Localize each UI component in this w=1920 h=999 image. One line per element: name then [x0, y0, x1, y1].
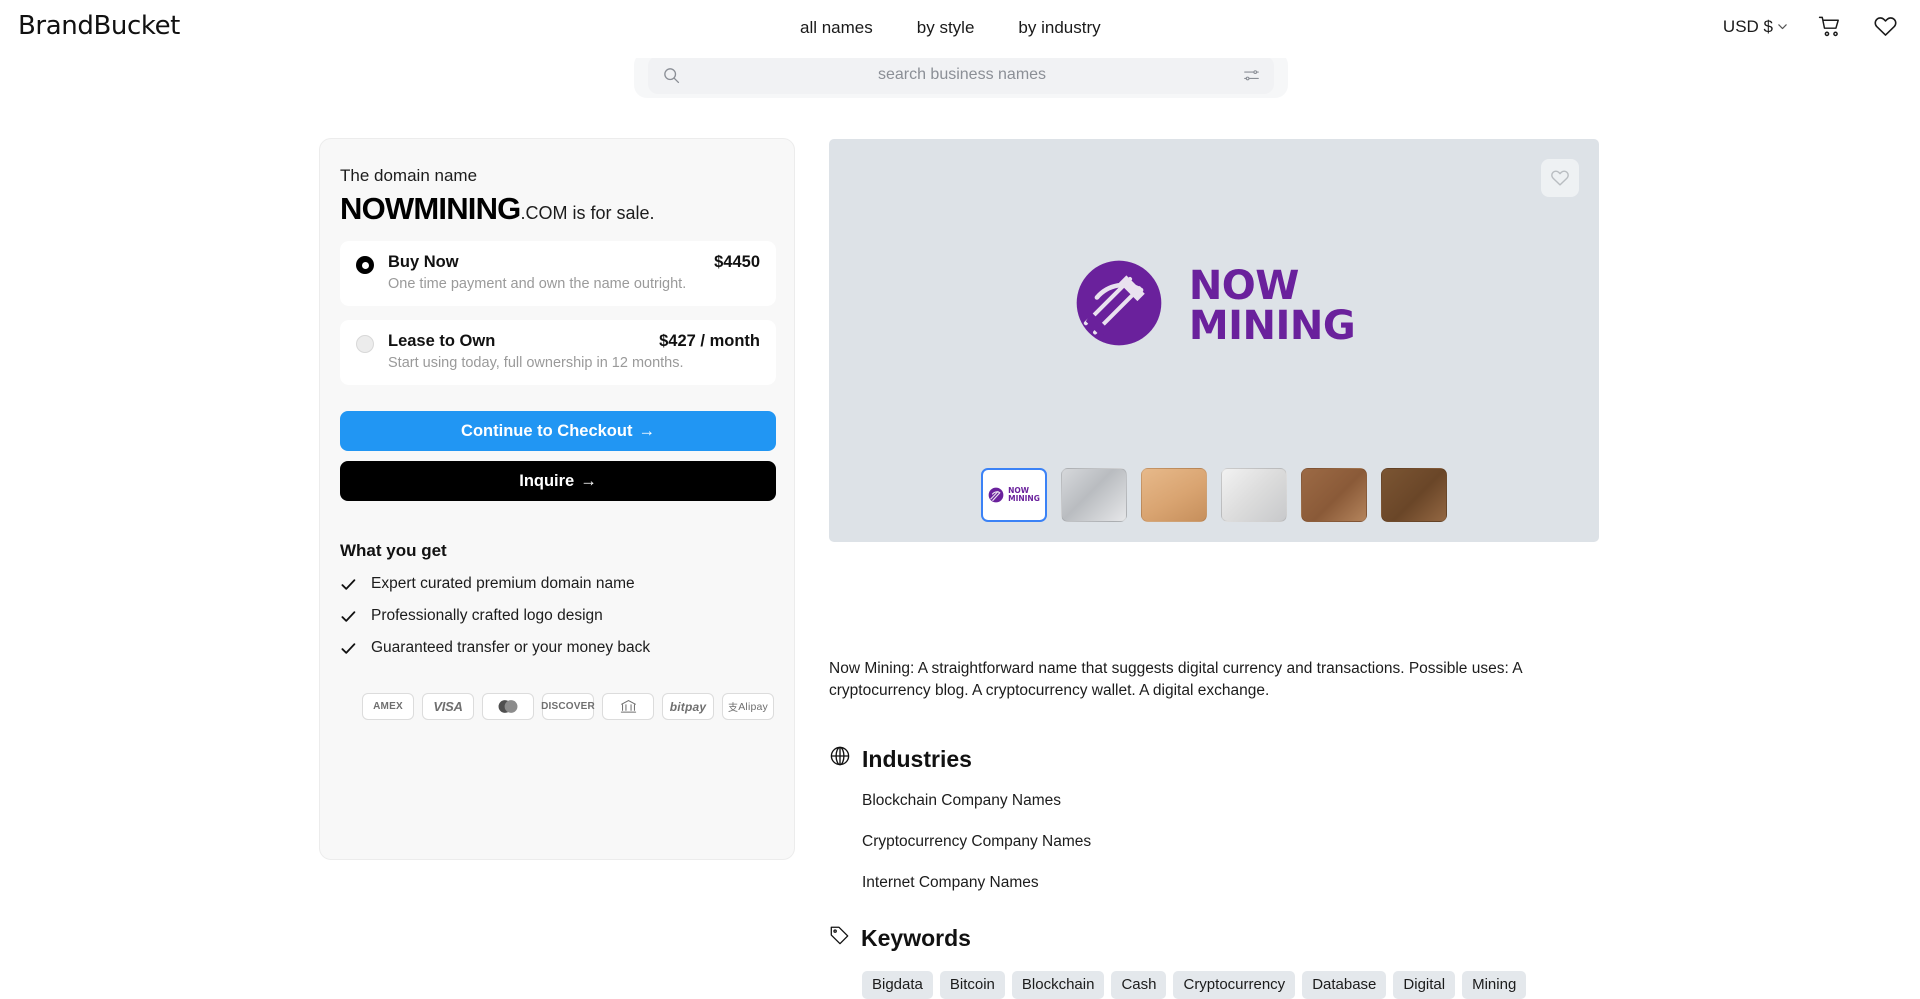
logo-line-2: MINING — [1188, 302, 1356, 349]
search-input[interactable] — [681, 66, 1243, 84]
buy-now-subtitle: One time payment and own the name outrig… — [388, 276, 687, 293]
cart-icon[interactable] — [1818, 14, 1843, 39]
domain-headline: NOWMINING.COM is for sale. — [340, 191, 774, 227]
industry-link[interactable]: Blockchain Company Names — [862, 792, 1091, 810]
check-icon — [340, 576, 357, 593]
industries-heading: Industries — [829, 745, 1091, 773]
buy-now-title: Buy Now — [388, 253, 459, 272]
search-region — [0, 52, 1920, 100]
currency-selector[interactable]: USD $ — [1723, 17, 1788, 37]
logo-wordmark: NOW MINING — [1188, 262, 1356, 349]
check-icon — [340, 608, 357, 625]
thumbnail-strip: NOW MINING — [829, 468, 1599, 522]
nav-by-style[interactable]: by style — [917, 18, 975, 38]
benefit-item: Expert curated premium domain name — [340, 575, 774, 593]
sliders-filter-icon[interactable] — [1243, 67, 1260, 84]
search-icon — [662, 66, 681, 85]
keyword-chip[interactable]: Mining — [1462, 971, 1527, 999]
currency-label: USD $ — [1722, 16, 1773, 36]
keywords-title: Keywords — [861, 925, 971, 951]
arrow-right-icon: → — [580, 471, 597, 490]
thumbnail-mockup-business-card[interactable] — [1141, 468, 1207, 522]
benefit-label: Guaranteed transfer or your money back — [371, 639, 651, 657]
benefit-item: Professionally crafted logo design — [340, 607, 774, 625]
keywords-heading: Keywords — [829, 925, 1589, 952]
payment-mastercard-icon — [482, 693, 534, 721]
domain-suffix-text: .COM is for sale. — [520, 203, 655, 224]
keywords-section: Keywords Bigdata Bitcoin Blockchain Cash… — [829, 925, 1589, 999]
buy-now-price: $4450 — [714, 253, 760, 272]
keyword-chip[interactable]: Database — [1302, 971, 1387, 999]
industry-link[interactable]: Cryptocurrency Company Names — [862, 833, 1091, 851]
logo-artwork: NOW MINING — [829, 257, 1599, 354]
continue-to-checkout-button[interactable]: Continue to Checkout → — [340, 411, 776, 452]
industry-link[interactable]: Internet Company Names — [862, 874, 1091, 892]
chevron-down-icon — [1777, 21, 1788, 32]
wishlist-heart-icon[interactable] — [1873, 14, 1898, 39]
pickaxe-circle-icon — [1073, 257, 1165, 354]
brandbucket-logo[interactable]: BrandBucket — [18, 11, 180, 41]
lease-to-own-option[interactable]: Lease to Own Start using today, full own… — [340, 320, 776, 386]
industries-list: Blockchain Company Names Cryptocurrency … — [829, 792, 1091, 892]
lease-to-own-subtitle: Start using today, full ownership in 12 … — [388, 355, 684, 372]
inquire-label: Inquire — [519, 471, 575, 490]
payment-discover-icon: DISCOVER — [541, 693, 595, 721]
nav-all-names[interactable]: all names — [800, 18, 873, 38]
keyword-chip[interactable]: Blockchain — [1011, 971, 1105, 999]
lease-to-own-radio[interactable] — [356, 335, 374, 354]
arrow-right-icon: → — [638, 421, 655, 440]
thumbnail-logo-text: NOW MINING — [1008, 486, 1040, 503]
domain-intro-label: The domain name — [340, 166, 478, 185]
purchase-card: The domain name NOWMINING.COM is for sal… — [319, 138, 795, 860]
domain-name-text: NOWMINING — [340, 191, 521, 227]
keyword-chip[interactable]: Cryptocurrency — [1173, 971, 1296, 999]
header-actions: USD $ — [1723, 14, 1898, 39]
thumbnail-mockup-desk[interactable] — [1221, 468, 1287, 522]
buy-now-option[interactable]: Buy Now One time payment and own the nam… — [340, 241, 776, 307]
thumbnail-mockup-notebook[interactable] — [1301, 468, 1367, 522]
lease-to-own-price: $427 / month — [659, 332, 760, 351]
payment-bitpay-icon: bitpay — [662, 693, 714, 721]
payment-amex-icon: AMEX — [362, 693, 414, 721]
keyword-chip[interactable]: Bitcoin — [939, 971, 1005, 999]
thumbnail-mockup-devices[interactable] — [1061, 468, 1127, 522]
thumbnail-logo[interactable]: NOW MINING — [981, 468, 1047, 522]
favorite-heart-icon[interactable] — [1541, 159, 1579, 197]
industries-title: Industries — [862, 745, 972, 772]
what-you-get-heading: What you get — [340, 541, 447, 561]
site-header: BrandBucket all names by style by indust… — [0, 0, 1920, 58]
checkout-label: Continue to Checkout — [461, 421, 633, 440]
payment-visa-icon: VISA — [422, 693, 474, 721]
check-icon — [340, 640, 357, 657]
keywords-list: Bigdata Bitcoin Blockchain Cash Cryptocu… — [862, 971, 1589, 999]
tag-icon — [829, 925, 850, 952]
payment-alipay-icon: 支 Alipay — [722, 693, 774, 721]
inquire-button[interactable]: Inquire → — [340, 461, 776, 502]
globe-icon — [829, 745, 851, 773]
logo-line-1: NOW — [1188, 262, 1300, 309]
nav-by-industry[interactable]: by industry — [1018, 18, 1100, 38]
name-description: Now Mining: A straightforward name that … — [829, 660, 1522, 699]
payment-bank-icon — [602, 693, 654, 721]
benefit-label: Expert curated premium domain name — [371, 575, 635, 593]
search-bar[interactable] — [648, 56, 1274, 94]
benefit-label: Professionally crafted logo design — [371, 607, 603, 625]
logo-preview-panel: NOW MINING NOW MINING — [829, 139, 1599, 542]
benefit-item: Guaranteed transfer or your money back — [340, 639, 774, 657]
thumbnail-mockup-tablet[interactable] — [1381, 468, 1447, 522]
industries-section: Industries Blockchain Company Names Cryp… — [829, 745, 1091, 892]
main-navigation: all names by style by industry — [800, 18, 1101, 38]
buy-now-radio[interactable] — [356, 256, 374, 275]
keyword-chip[interactable]: Bigdata — [862, 971, 933, 999]
keyword-chip[interactable]: Cash — [1111, 971, 1167, 999]
payment-methods: AMEX VISA DISCOVER bitpay 支 Alipay — [340, 693, 774, 721]
keyword-chip[interactable]: Digital — [1393, 971, 1456, 999]
